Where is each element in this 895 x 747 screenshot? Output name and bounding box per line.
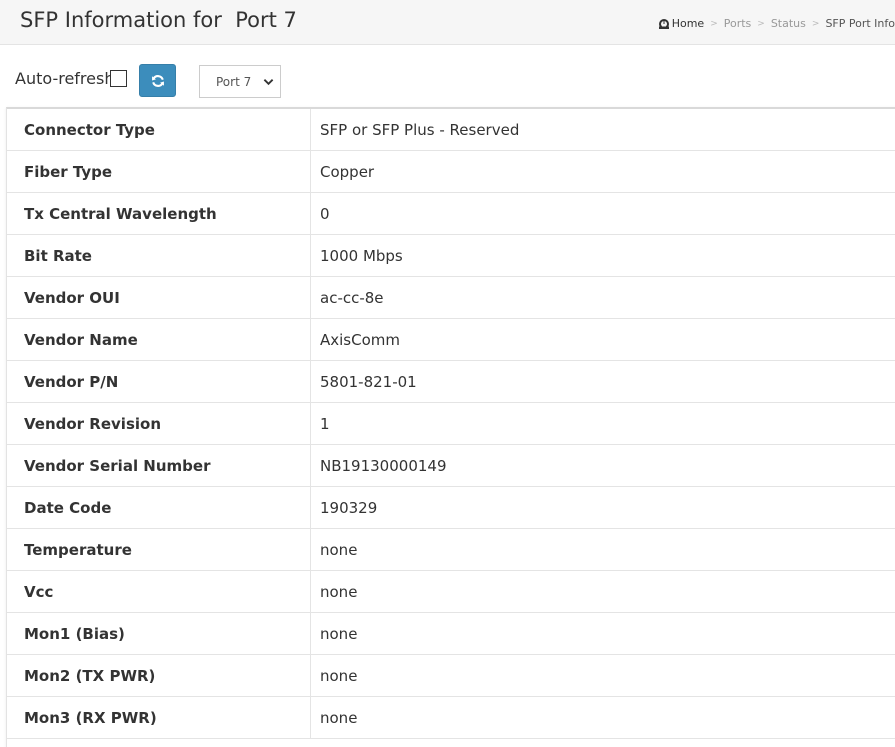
column-divider bbox=[310, 109, 311, 151]
row-value: ac-cc-8e bbox=[320, 289, 384, 307]
table-row: Bit Rate 1000 Mbps bbox=[7, 235, 895, 277]
table-row: Vcc none bbox=[7, 571, 895, 613]
row-value: NB19130000149 bbox=[320, 457, 447, 475]
row-label: Vendor Name bbox=[24, 331, 138, 349]
row-label: Mon3 (RX PWR) bbox=[24, 709, 157, 727]
row-label: Connector Type bbox=[24, 121, 155, 139]
breadcrumb-home-label: Home bbox=[671, 17, 705, 30]
row-label: Tx Central Wavelength bbox=[24, 205, 217, 223]
port-select-value: Port 7 bbox=[216, 74, 252, 89]
column-divider bbox=[310, 277, 311, 319]
row-label: Vendor Serial Number bbox=[24, 457, 211, 475]
row-value: none bbox=[320, 625, 358, 643]
row-value: none bbox=[320, 541, 358, 559]
row-value: 1000 Mbps bbox=[320, 247, 403, 265]
auto-refresh-checkbox[interactable] bbox=[110, 70, 127, 87]
auto-refresh-label: Auto-refresh bbox=[15, 69, 115, 88]
port-select[interactable]: Port 7 bbox=[199, 65, 281, 98]
sfp-info-table: Connector Type SFP or SFP Plus - Reserved… bbox=[6, 107, 895, 747]
row-label: Vendor P/N bbox=[24, 373, 119, 391]
breadcrumb-separator: > bbox=[757, 18, 765, 29]
breadcrumb-separator: > bbox=[811, 18, 820, 29]
home-icon bbox=[658, 19, 669, 29]
breadcrumb-status[interactable]: Status bbox=[771, 17, 806, 30]
column-divider bbox=[310, 613, 311, 655]
row-value: 0 bbox=[320, 205, 330, 223]
column-divider bbox=[310, 445, 311, 487]
row-value: none bbox=[320, 709, 358, 727]
refresh-icon bbox=[151, 74, 164, 87]
column-divider bbox=[310, 151, 311, 193]
column-divider bbox=[310, 403, 311, 445]
column-divider bbox=[310, 487, 311, 529]
row-value: 190329 bbox=[320, 499, 378, 517]
breadcrumb-separator: > bbox=[710, 18, 718, 29]
column-divider bbox=[310, 571, 311, 613]
table-row: Vendor OUI ac-cc-8e bbox=[7, 277, 895, 319]
table-row: Vendor Name AxisComm bbox=[7, 319, 895, 361]
column-divider bbox=[310, 361, 311, 403]
table-row: Mon1 (Bias) none bbox=[7, 613, 895, 655]
chevron-down-icon bbox=[263, 79, 274, 86]
row-label: Fiber Type bbox=[24, 163, 113, 181]
column-divider bbox=[310, 697, 311, 739]
row-label: Vendor Revision bbox=[24, 415, 161, 433]
page-title: SFP Information for Port 7 bbox=[20, 8, 297, 32]
breadcrumb-ports[interactable]: Ports bbox=[724, 17, 752, 30]
row-value: 1 bbox=[320, 415, 330, 433]
column-divider bbox=[310, 319, 311, 361]
row-value: none bbox=[320, 667, 358, 685]
refresh-button[interactable] bbox=[139, 64, 176, 97]
table-row: Mon3 (RX PWR) none bbox=[7, 697, 895, 739]
table-row: Temperature none bbox=[7, 529, 895, 571]
column-divider bbox=[310, 193, 311, 235]
table-row: Fiber Type Copper bbox=[7, 151, 895, 193]
table-row: Vendor P/N 5801-821-01 bbox=[7, 361, 895, 403]
row-value: SFP or SFP Plus - Reserved bbox=[320, 121, 520, 139]
row-label: Mon1 (Bias) bbox=[24, 625, 125, 643]
table-row: Connector Type SFP or SFP Plus - Reserved bbox=[7, 109, 895, 151]
table-row: Vendor Serial Number NB19130000149 bbox=[7, 445, 895, 487]
row-value: none bbox=[320, 583, 358, 601]
table-row: Date Code 190329 bbox=[7, 487, 895, 529]
breadcrumb-current: SFP Port Info bbox=[825, 17, 895, 30]
page-header: SFP Information for Port 7 Home > Ports … bbox=[0, 0, 895, 45]
table-row: Vendor Revision 1 bbox=[7, 403, 895, 445]
table-row: Mon2 (TX PWR) none bbox=[7, 655, 895, 697]
breadcrumb-home[interactable]: Home bbox=[658, 17, 704, 30]
column-divider bbox=[310, 529, 311, 571]
row-value: Copper bbox=[320, 163, 375, 181]
row-label: Temperature bbox=[24, 541, 132, 559]
row-label: Mon2 (TX PWR) bbox=[24, 667, 156, 685]
page: SFP Information for Port 7 Home > Ports … bbox=[0, 0, 895, 747]
column-divider bbox=[310, 235, 311, 277]
breadcrumb: Home > Ports > Status > SFP Port Info bbox=[658, 17, 895, 30]
row-value: 5801-821-01 bbox=[320, 373, 417, 391]
row-label: Vcc bbox=[24, 583, 54, 601]
column-divider bbox=[310, 655, 311, 697]
row-label: Date Code bbox=[24, 499, 112, 517]
row-value: AxisComm bbox=[320, 331, 400, 349]
table-row: Tx Central Wavelength 0 bbox=[7, 193, 895, 235]
row-label: Bit Rate bbox=[24, 247, 92, 265]
toolbar: Auto-refresh Port 7 bbox=[0, 60, 895, 100]
row-label: Vendor OUI bbox=[24, 289, 120, 307]
